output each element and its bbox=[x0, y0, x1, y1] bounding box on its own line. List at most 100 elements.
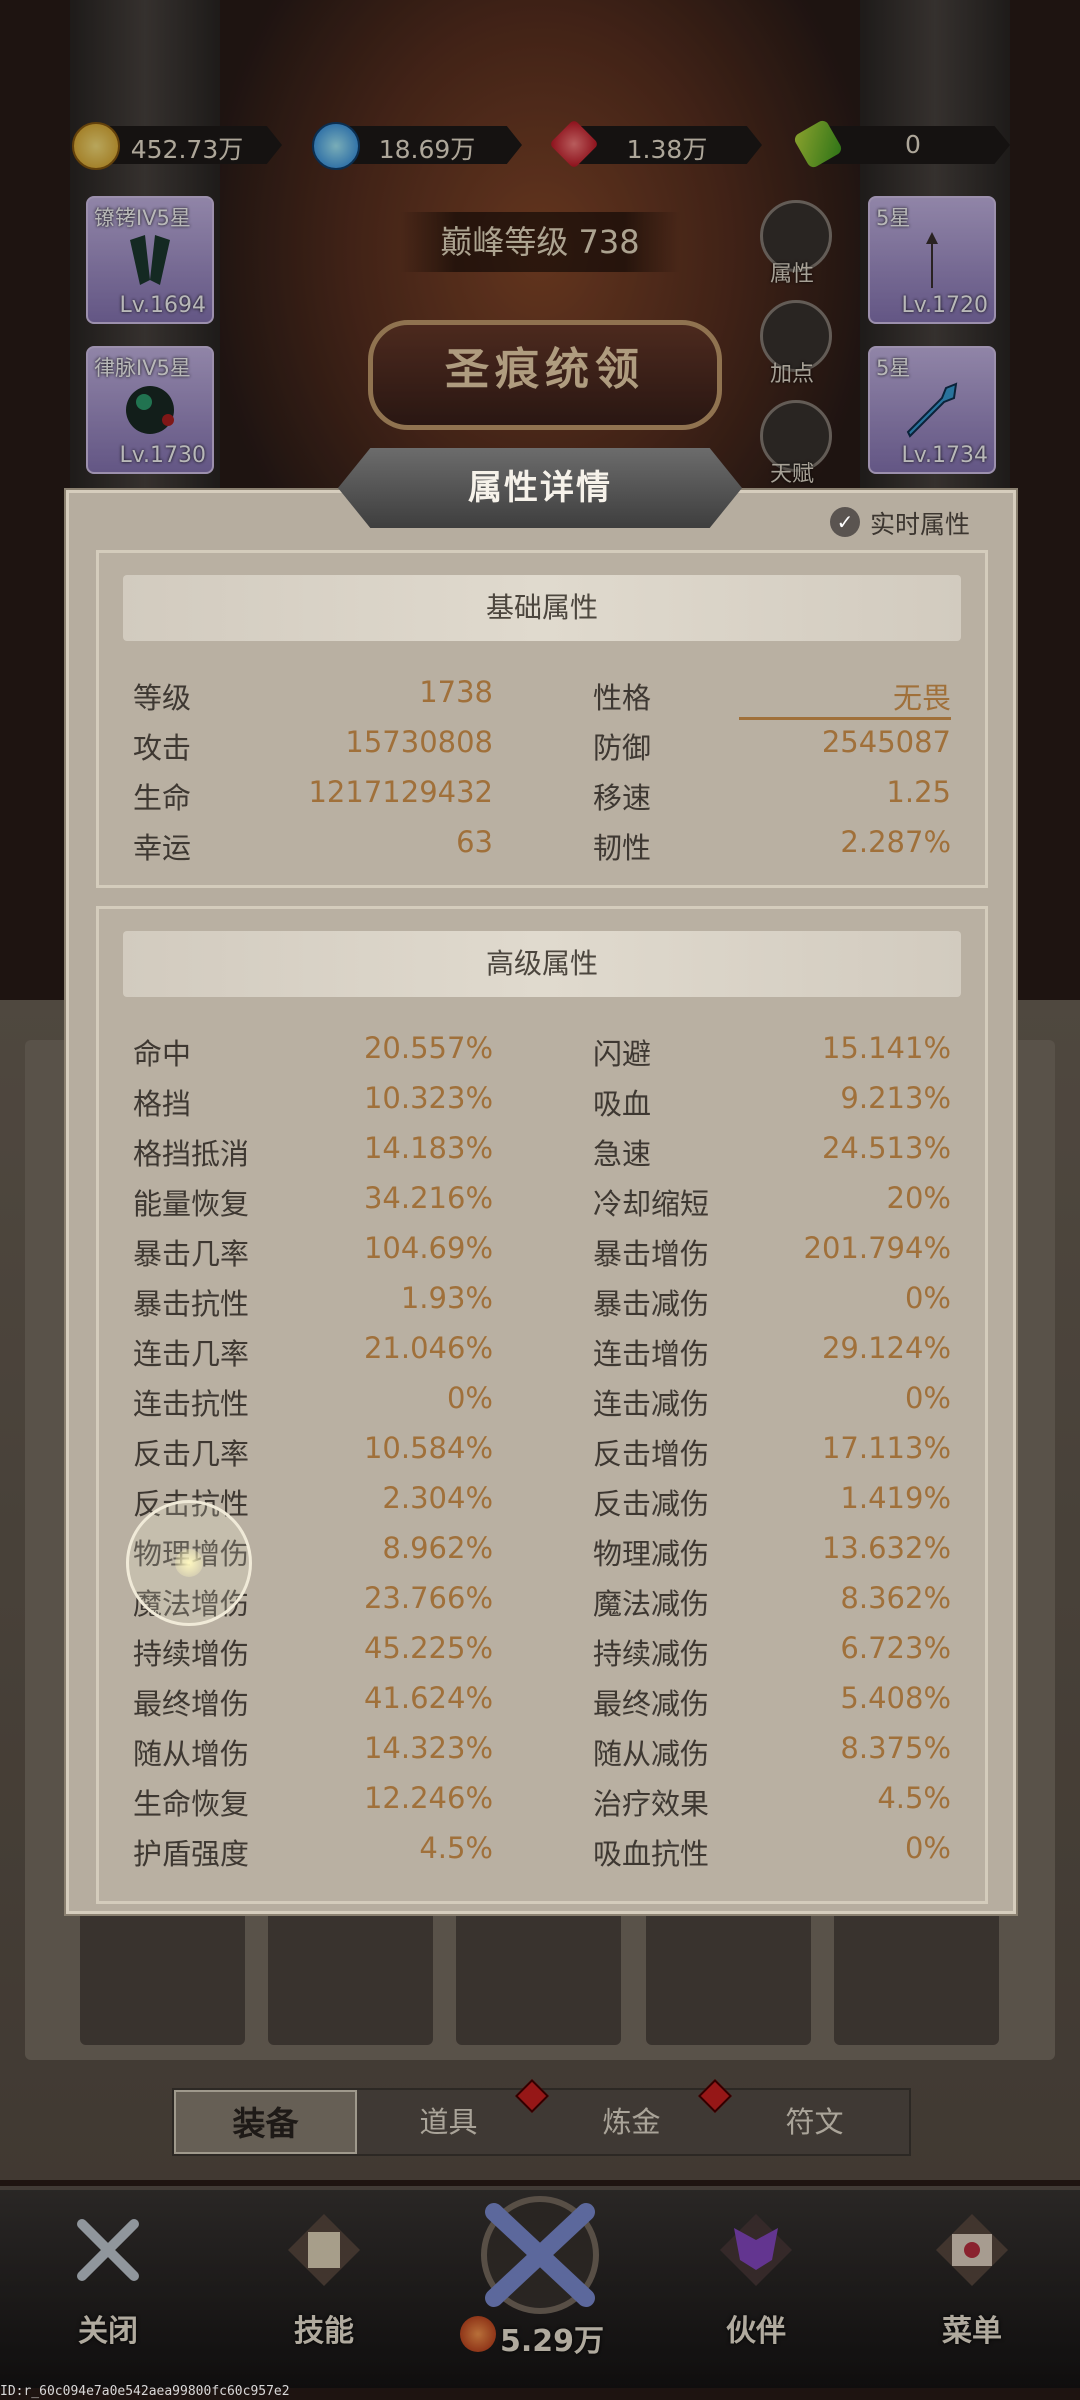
touch-indicator bbox=[126, 1500, 252, 1626]
attribute-label: 反击增伤 bbox=[593, 1437, 710, 1471]
attribute-label: 魔法减伤 bbox=[593, 1587, 710, 1621]
attribute-row: 持续增伤 45.225% 持续减伤 6.723% bbox=[99, 1623, 985, 1673]
attribute-value: 5.408% bbox=[840, 1681, 951, 1715]
attribute-label: 格挡抵消 bbox=[133, 1137, 250, 1171]
attribute-label: 连击抗性 bbox=[133, 1387, 250, 1421]
attribute-row: 连击几率 21.046% 连击增伤 29.124% bbox=[99, 1323, 985, 1373]
attribute-value: 34.216% bbox=[363, 1181, 493, 1215]
attribute-value: 24.513% bbox=[821, 1131, 951, 1165]
attribute-row: 反击几率 10.584% 反击增伤 17.113% bbox=[99, 1423, 985, 1473]
attribute-value: 0% bbox=[904, 1381, 951, 1415]
attribute-label: 急速 bbox=[593, 1137, 652, 1171]
attribute-label: 连击减伤 bbox=[593, 1387, 710, 1421]
attribute-row: 随从增伤 14.323% 随从减伤 8.375% bbox=[99, 1723, 985, 1773]
attribute-value: 4.5% bbox=[419, 1831, 493, 1865]
attribute-value: 15.141% bbox=[821, 1031, 951, 1065]
attribute-row: 命中 20.557% 闪避 15.141% bbox=[99, 1023, 985, 1073]
attribute-label: 生命恢复 bbox=[133, 1787, 250, 1821]
attribute-value: 0% bbox=[904, 1281, 951, 1315]
attribute-row: 生命恢复 12.246% 治疗效果 4.5% bbox=[99, 1773, 985, 1823]
attribute-label: 生命 bbox=[133, 781, 192, 815]
personality-value[interactable]: 无畏 bbox=[739, 675, 951, 720]
attribute-value: 8.362% bbox=[840, 1581, 951, 1615]
attribute-label: 性格 bbox=[593, 681, 652, 715]
attribute-label: 暴击抗性 bbox=[133, 1287, 250, 1321]
attribute-label: 暴击增伤 bbox=[593, 1237, 710, 1271]
attribute-label: 反击几率 bbox=[133, 1437, 250, 1471]
attribute-label: 持续减伤 bbox=[593, 1637, 710, 1671]
attribute-value: 1217129432 bbox=[308, 775, 493, 809]
attribute-value: 14.323% bbox=[363, 1731, 493, 1765]
attribute-value: 12.246% bbox=[363, 1781, 493, 1815]
attribute-row: 能量恢复 34.216% 冷却缩短 20% bbox=[99, 1173, 985, 1223]
attribute-label: 反击减伤 bbox=[593, 1487, 710, 1521]
attribute-value: 63 bbox=[456, 825, 493, 859]
attribute-label: 最终减伤 bbox=[593, 1687, 710, 1721]
attribute-value: 45.225% bbox=[363, 1631, 493, 1665]
attribute-value: 1.25 bbox=[886, 775, 951, 809]
attribute-value: 20% bbox=[886, 1181, 951, 1215]
attribute-value: 1738 bbox=[419, 675, 493, 709]
attribute-value: 41.624% bbox=[363, 1681, 493, 1715]
basic-attributes-section: 基础属性 等级 1738 性格 无畏 攻击 15730808 防御 2545087 生命 1217… bbox=[96, 550, 988, 888]
attribute-value: 9.213% bbox=[840, 1081, 951, 1115]
attribute-value: 1.93% bbox=[400, 1281, 493, 1315]
advanced-attributes-section: 高级属性 命中 20.557% 闪避 15.141% 格挡 10.323% 吸血 9.213%… bbox=[96, 906, 988, 1904]
attribute-label: 随从减伤 bbox=[593, 1737, 710, 1771]
attribute-label: 攻击 bbox=[133, 731, 192, 765]
attribute-value: 6.723% bbox=[840, 1631, 951, 1665]
attribute-value: 17.113% bbox=[821, 1431, 951, 1465]
attribute-value: 20.557% bbox=[363, 1031, 493, 1065]
attribute-label: 持续增伤 bbox=[133, 1637, 250, 1671]
realtime-label: 实时属性 bbox=[870, 510, 971, 539]
attribute-label: 暴击几率 bbox=[133, 1237, 250, 1271]
attribute-label: 治疗效果 bbox=[593, 1787, 710, 1821]
attribute-label: 最终增伤 bbox=[133, 1687, 250, 1721]
attribute-label: 吸血 bbox=[593, 1087, 652, 1121]
attribute-label: 连击增伤 bbox=[593, 1337, 710, 1371]
attribute-label: 冷却缩短 bbox=[593, 1187, 710, 1221]
attribute-row: 暴击几率 104.69% 暴击增伤 201.794% bbox=[99, 1223, 985, 1273]
attribute-label: 护盾强度 bbox=[133, 1837, 250, 1871]
attribute-value: 2.304% bbox=[382, 1481, 493, 1515]
section-title: 高级属性 bbox=[123, 931, 961, 997]
attribute-value: 2.287% bbox=[840, 825, 951, 859]
attribute-value: 15730808 bbox=[345, 725, 493, 759]
attribute-label: 格挡 bbox=[133, 1087, 192, 1121]
attribute-label: 防御 bbox=[593, 731, 652, 765]
attribute-row: 暴击抗性 1.93% 暴击减伤 0% bbox=[99, 1273, 985, 1323]
attribute-value: 8.962% bbox=[382, 1531, 493, 1565]
attribute-value: 2545087 bbox=[821, 725, 951, 759]
attribute-label: 连击几率 bbox=[133, 1337, 250, 1371]
checkmark-icon: ✓ bbox=[830, 507, 860, 537]
attribute-value: 201.794% bbox=[803, 1231, 951, 1265]
attribute-value: 1.419% bbox=[840, 1481, 951, 1515]
attribute-row: 最终增伤 41.624% 最终减伤 5.408% bbox=[99, 1673, 985, 1723]
attribute-value: 0% bbox=[904, 1831, 951, 1865]
attribute-label: 随从增伤 bbox=[133, 1737, 250, 1771]
attribute-label: 闪避 bbox=[593, 1037, 652, 1071]
attribute-label: 命中 bbox=[133, 1037, 192, 1071]
attribute-value: 10.584% bbox=[363, 1431, 493, 1465]
attribute-value: 10.323% bbox=[363, 1081, 493, 1115]
attribute-row: 格挡 10.323% 吸血 9.213% bbox=[99, 1073, 985, 1123]
attribute-label: 等级 bbox=[133, 681, 192, 715]
attribute-row: 反击抗性 2.304% 反击减伤 1.419% bbox=[99, 1473, 985, 1523]
attribute-row: 护盾强度 4.5% 吸血抗性 0% bbox=[99, 1823, 985, 1873]
attribute-value: 21.046% bbox=[363, 1331, 493, 1365]
attribute-value: 13.632% bbox=[821, 1531, 951, 1565]
attribute-label: 幸运 bbox=[133, 831, 192, 865]
attribute-row: 等级 1738 性格 无畏 bbox=[99, 667, 985, 720]
debug-id: ID:r_60c094e7a0e542aea99800fc60c957e2 bbox=[0, 2384, 290, 2399]
attribute-value: 8.375% bbox=[840, 1731, 951, 1765]
attribute-value: 4.5% bbox=[877, 1781, 951, 1815]
attribute-label: 能量恢复 bbox=[133, 1187, 250, 1221]
attribute-label: 移速 bbox=[593, 781, 652, 815]
attribute-row: 攻击 15730808 防御 2545087 bbox=[99, 717, 985, 767]
attribute-row: 生命 1217129432 移速 1.25 bbox=[99, 767, 985, 817]
attribute-label: 暴击减伤 bbox=[593, 1287, 710, 1321]
attribute-value: 23.766% bbox=[363, 1581, 493, 1615]
attribute-value: 104.69% bbox=[363, 1231, 493, 1265]
attribute-value: 29.124% bbox=[821, 1331, 951, 1365]
attribute-row: 连击抗性 0% 连击减伤 0% bbox=[99, 1373, 985, 1423]
